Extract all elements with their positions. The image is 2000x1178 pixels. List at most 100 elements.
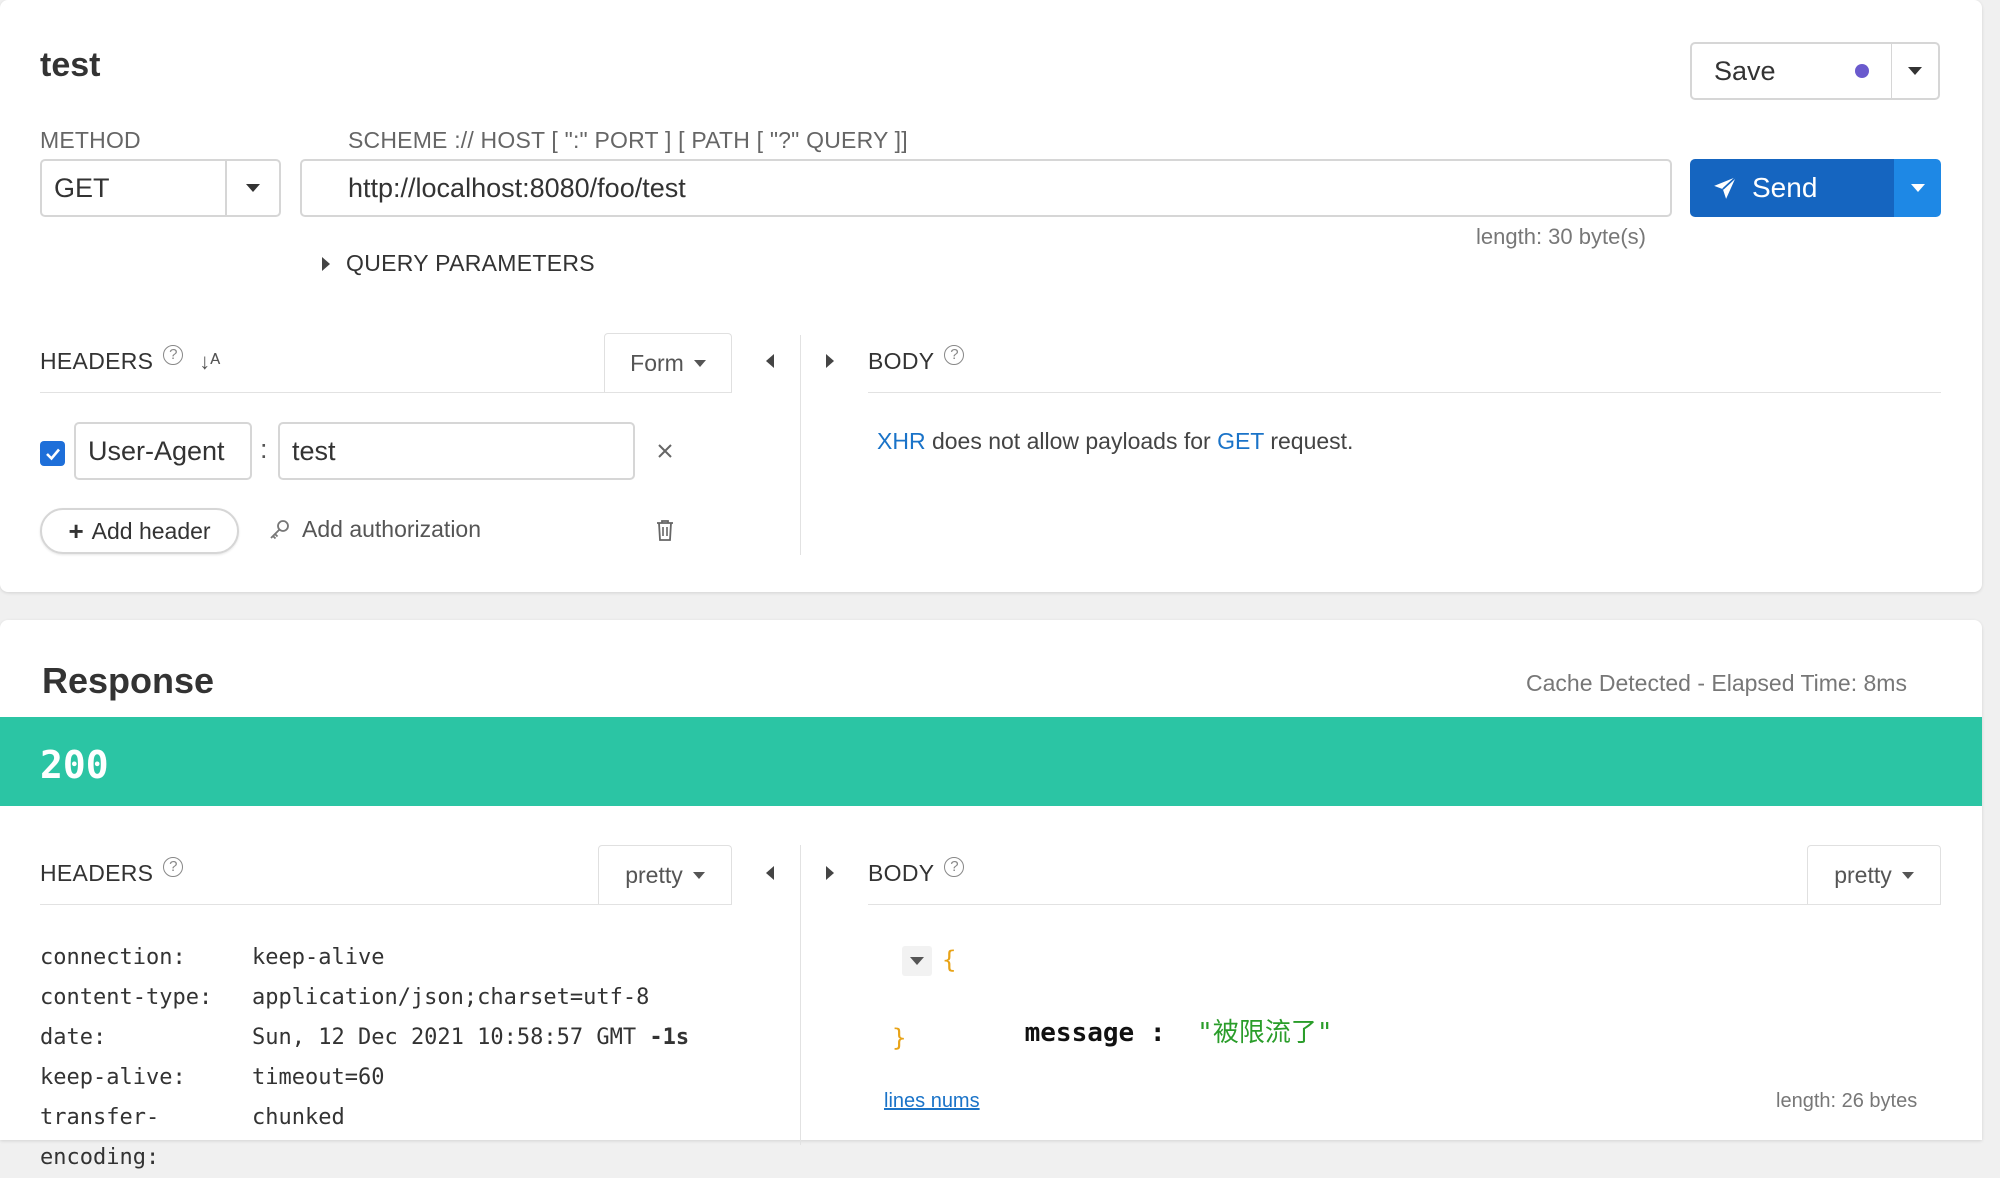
headers-format-dropdown[interactable]: pretty — [598, 845, 732, 904]
pretty-label: pretty — [625, 861, 683, 888]
expand-arrow-icon — [322, 256, 330, 271]
request-name[interactable]: test — [40, 46, 100, 85]
add-header-label: Add header — [91, 517, 211, 544]
response-title: Response — [42, 660, 215, 701]
save-options-button[interactable] — [1892, 44, 1938, 98]
header-value: timeout=60 — [252, 1065, 385, 1090]
body-divider — [868, 904, 1941, 905]
help-icon[interactable]: ? — [944, 856, 965, 877]
response-card: Response Cache Detected - Elapsed Time: … — [0, 620, 1982, 1170]
header-key: date: — [40, 1025, 107, 1050]
method-label: METHOD — [40, 127, 141, 153]
chevron-down-icon — [1910, 184, 1925, 192]
header-enabled-checkbox[interactable] — [40, 441, 65, 466]
body-length: length: 26 bytes — [1776, 1090, 1918, 1112]
note-suffix: request. — [1263, 428, 1354, 454]
method-select[interactable]: GET — [40, 159, 281, 217]
header-line: keep-alive: timeout=60 — [40, 1058, 689, 1098]
pane-splitter[interactable] — [800, 845, 801, 1145]
header-value-value: test — [292, 435, 336, 466]
lines-nums-link[interactable]: lines nums — [884, 1090, 980, 1113]
get-link[interactable]: GET — [1217, 428, 1264, 454]
plus-icon: + — [68, 516, 84, 546]
query-parameters-toggle[interactable]: QUERY PARAMETERS — [322, 250, 595, 277]
chevron-down-icon — [1901, 871, 1914, 879]
expand-right-arrow-icon[interactable] — [826, 866, 834, 880]
add-authorization-label: Add authorization — [302, 516, 482, 542]
help-icon[interactable]: ? — [944, 344, 965, 365]
json-string-value: "被限流了" — [1197, 1018, 1333, 1048]
json-fold-toggle[interactable] — [902, 946, 932, 976]
headers-divider — [40, 904, 732, 905]
url-length: length: 30 byte(s) — [1476, 224, 1646, 249]
send-label: Send — [1752, 172, 1818, 203]
save-split-button: Save — [1690, 42, 1940, 100]
pretty-label: pretty — [1834, 861, 1892, 888]
body-format-dropdown[interactable]: pretty — [1807, 845, 1941, 904]
collapse-left-arrow-icon[interactable] — [766, 866, 774, 880]
url-value: http://localhost:8080/foo/test — [348, 172, 686, 203]
body-not-allowed-note: XHR does not allow payloads for GET requ… — [877, 428, 1353, 455]
xhr-link[interactable]: XHR — [877, 428, 926, 454]
headers-divider — [40, 392, 732, 393]
headers-label: HEADERS — [40, 348, 154, 374]
remove-header-button[interactable] — [654, 440, 676, 462]
help-icon[interactable]: ? — [163, 856, 184, 877]
elapsed-time-text: Elapsed Time: 8ms — [1711, 670, 1907, 696]
form-label: Form — [630, 349, 684, 376]
json-entry: message : "被限流了" — [962, 982, 1333, 1079]
pane-splitter[interactable] — [800, 335, 801, 555]
response-body-heading: BODY ? — [868, 856, 965, 887]
checkmark-icon — [45, 448, 60, 460]
send-button[interactable]: Send — [1690, 159, 1894, 217]
request-card: test Save METHOD GET SCHEME :// HOST [ "… — [0, 0, 1982, 592]
header-key: transfer-encoding: — [40, 1105, 160, 1170]
chevron-down-icon — [1908, 67, 1922, 75]
query-parameters-label: QUERY PARAMETERS — [346, 250, 595, 276]
key-icon — [270, 519, 289, 539]
request-body-heading: BODY ? — [868, 344, 965, 375]
header-value: application/json;charset=utf-8 — [252, 985, 650, 1010]
header-time-offset: -1s — [636, 1025, 690, 1050]
json-close-brace: } — [892, 1024, 907, 1052]
chevron-down-icon — [692, 871, 705, 879]
send-split-button: Send — [1690, 159, 1941, 217]
json-separator: : — [1134, 1018, 1182, 1048]
fold-arrow-icon — [910, 957, 924, 965]
header-line: transfer-encoding: chunked — [40, 1098, 689, 1178]
paper-plane-icon — [1714, 176, 1737, 199]
url-input[interactable]: http://localhost:8080/foo/test — [300, 159, 1672, 217]
collapse-left-arrow-icon[interactable] — [766, 354, 774, 368]
header-value: Sun, 12 Dec 2021 10:58:57 GMT — [252, 1025, 637, 1050]
expand-right-arrow-icon[interactable] — [826, 354, 834, 368]
response-headers-list: connection: keep-alive content-type: app… — [40, 938, 689, 1178]
header-value: keep-alive — [252, 945, 385, 970]
headers-mode-dropdown[interactable]: Form — [604, 333, 732, 392]
header-name-value: User-Agent — [88, 435, 225, 466]
response-headers-heading: HEADERS ? — [40, 856, 184, 887]
chevron-down-icon — [693, 359, 706, 367]
body-label: BODY — [868, 348, 935, 374]
header-line: connection: keep-alive — [40, 938, 689, 978]
note-middle: does not allow payloads for — [925, 428, 1218, 454]
header-value: chunked — [252, 1105, 345, 1130]
save-button[interactable]: Save — [1692, 44, 1892, 98]
help-icon[interactable]: ? — [163, 344, 184, 365]
header-key: keep-alive: — [40, 1065, 186, 1090]
method-dropdown-toggle[interactable] — [225, 161, 279, 215]
clear-headers-button[interactable] — [654, 518, 676, 547]
sort-alpha-icon[interactable]: ↓ᴬ — [199, 349, 220, 375]
body-divider — [868, 392, 1941, 393]
send-options-button[interactable] — [1894, 159, 1941, 217]
json-open-brace: { — [942, 946, 957, 974]
header-value-input[interactable]: test — [278, 422, 635, 480]
trash-icon — [657, 520, 673, 541]
add-header-button[interactable]: + Add header — [40, 508, 239, 554]
unsaved-dot-icon — [1855, 64, 1869, 78]
add-authorization-button[interactable]: Add authorization — [268, 516, 481, 543]
status-bar: 200 — [0, 717, 1982, 806]
header-line: date: Sun, 12 Dec 2021 10:58:57 GMT -1s — [40, 1018, 689, 1058]
header-name-input[interactable]: User-Agent — [74, 422, 252, 480]
header-separator: : — [260, 434, 268, 464]
save-label: Save — [1714, 55, 1776, 86]
